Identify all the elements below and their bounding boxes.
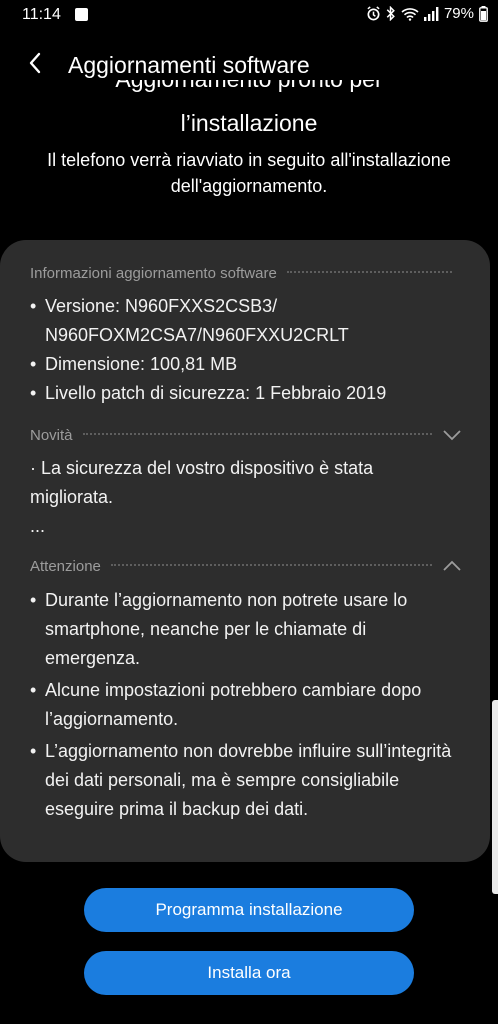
list-item: Dimensione: 100,81 MB: [30, 350, 462, 379]
headline-line-1: Aggiornamento pronto per: [0, 80, 498, 94]
info-section-header: Informazioni aggiornamento software: [30, 258, 462, 288]
schedule-install-button[interactable]: Programma installazione: [84, 888, 414, 932]
list-item: Versione: N960FXXS2CSB3/ N960FOXM2CSA7/N…: [30, 292, 462, 350]
notification-icon: [75, 8, 88, 21]
signal-icon: [423, 6, 439, 21]
battery-icon: [479, 5, 488, 22]
status-time: 11:14: [22, 6, 61, 23]
headline-line-2: l’installazione: [180, 110, 318, 136]
headline: Aggiornamento pronto per l’installazione: [0, 80, 498, 140]
list-item: Livello patch di sicurezza: 1 Febbraio 2…: [30, 379, 462, 408]
battery-percent: 79%: [443, 5, 474, 22]
list-item: Durante l’aggiornamento non potrete usar…: [30, 586, 462, 673]
info-list: Versione: N960FXXS2CSB3/ N960FOXM2CSA7/N…: [30, 292, 462, 408]
scrollbar[interactable]: [492, 700, 498, 894]
restart-notice: Il telefono verrà riavviato in seguito a…: [47, 150, 451, 196]
divider: [110, 564, 432, 566]
news-section-title: Novità: [30, 426, 73, 444]
chevron-up-icon[interactable]: [442, 559, 462, 573]
alarm-icon: [367, 6, 380, 21]
update-details-card: Informazioni aggiornamento software Vers…: [0, 240, 490, 862]
divider: [82, 433, 432, 435]
bluetooth-icon: [386, 6, 395, 21]
list-item: L’aggiornamento non dovrebbe influire su…: [30, 737, 462, 824]
list-item: Alcune impostazioni potrebbero cambiare …: [30, 676, 462, 734]
chevron-down-icon[interactable]: [442, 428, 462, 442]
divider: [286, 271, 452, 273]
back-arrow-icon[interactable]: [22, 48, 52, 78]
news-section-header[interactable]: Novità: [30, 420, 462, 450]
warning-section-header[interactable]: Attenzione: [30, 551, 462, 581]
warning-list: Durante l’aggiornamento non potrete usar…: [30, 586, 462, 824]
news-more: ...: [30, 516, 46, 536]
info-section-title: Informazioni aggiornamento software: [30, 264, 277, 282]
wifi-icon: [401, 7, 419, 21]
news-text: · La sicurezza del vostro dispositivo è …: [30, 458, 374, 507]
warning-section-title: Attenzione: [30, 557, 101, 575]
install-now-button[interactable]: Installa ora: [84, 951, 414, 995]
status-icons: 79%: [366, 5, 488, 22]
page-title: Aggiornamenti software: [68, 52, 310, 78]
status-bar: 11:14 79%: [0, 0, 498, 30]
